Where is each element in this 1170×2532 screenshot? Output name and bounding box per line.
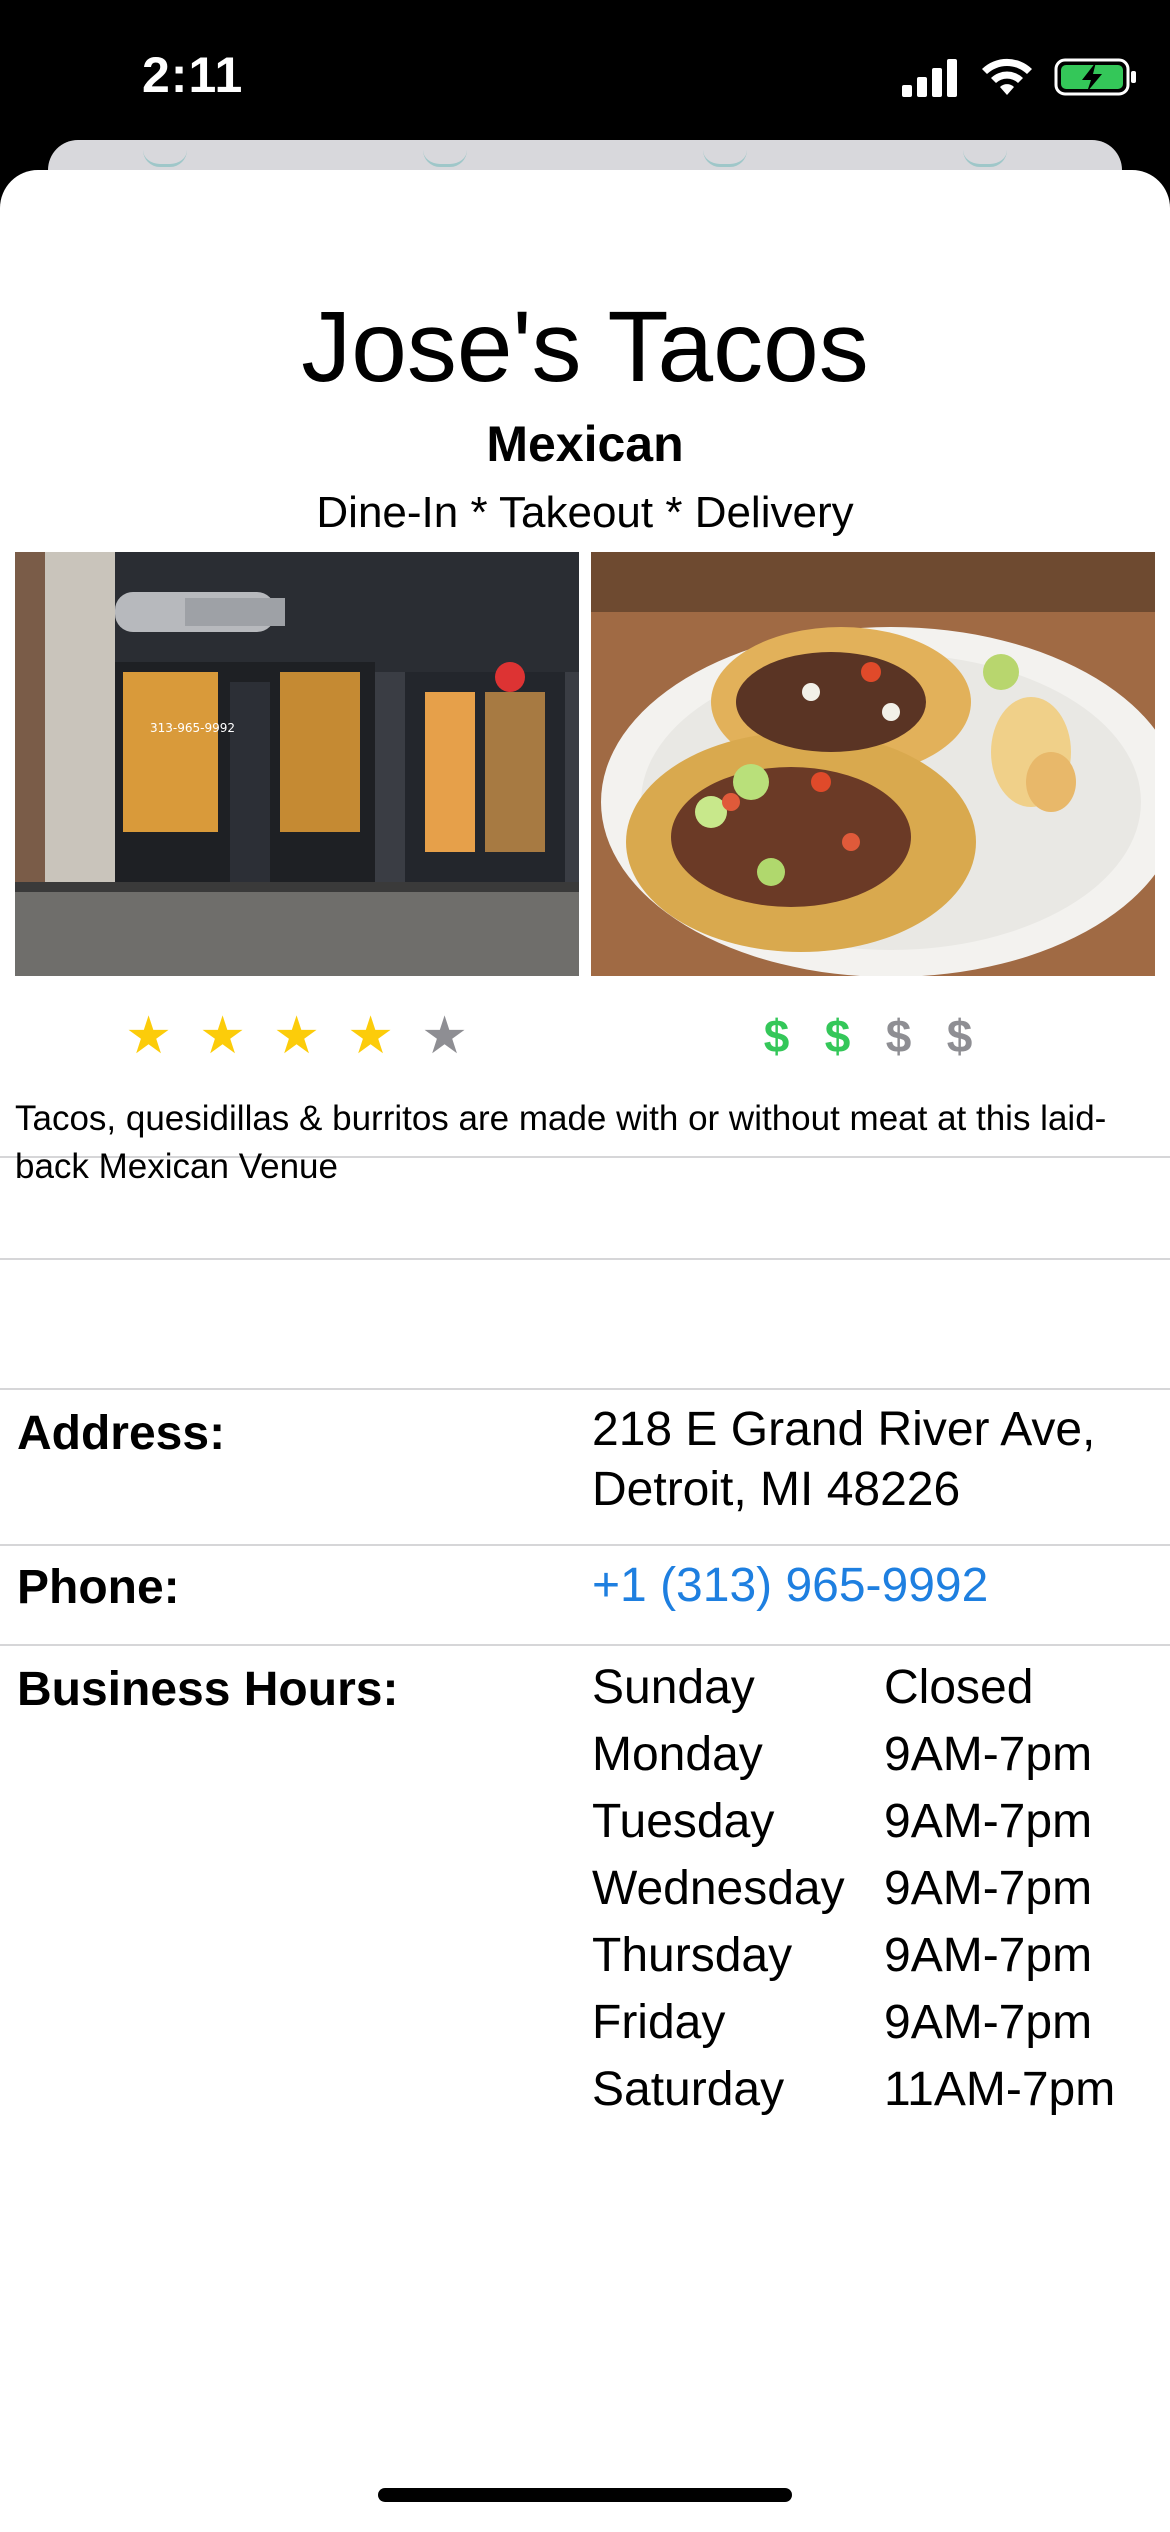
tacos-photo <box>591 552 1155 976</box>
address-line-2: Detroit, MI 48226 <box>592 1463 961 1516</box>
storefront-photo: 313-965-9992 <box>15 552 579 976</box>
hours-time: 11AM-7pm <box>884 2063 1116 2116</box>
restaurant-title: Jose's Tacos <box>301 291 869 403</box>
divider <box>0 1644 1170 1646</box>
wifi-icon <box>982 58 1032 95</box>
hours-row: Sunday Closed <box>592 1654 1115 1721</box>
business-hours-label: Business Hours: <box>17 1663 399 1716</box>
hours-day: Friday <box>592 1996 726 2049</box>
hours-time: 9AM-7pm <box>884 1795 1093 1848</box>
divider <box>0 1544 1170 1546</box>
signal-icon <box>902 59 957 97</box>
decorative-arc <box>143 150 187 167</box>
battery-charging-icon <box>1054 58 1136 96</box>
hours-time: 9AM-7pm <box>884 1862 1093 1915</box>
hours-day: Wednesday <box>592 1862 845 1915</box>
star-icon: ★ <box>199 1007 246 1065</box>
decorative-arc <box>703 150 747 167</box>
hours-row: Thursday 9AM-7pm <box>592 1922 1115 1989</box>
hours-day: Monday <box>592 1728 763 1781</box>
hours-row: Friday 9AM-7pm <box>592 1989 1115 2056</box>
divider <box>0 1258 1170 1260</box>
price-dollar-icon: $ <box>885 1010 912 1062</box>
phone-link[interactable]: +1 (313) 965-9992 <box>592 1559 988 1612</box>
price-dollar-icon: $ <box>824 1010 851 1062</box>
address-line-1: 218 E Grand River Ave, <box>592 1403 1096 1456</box>
price-dollar-icon: $ <box>763 1010 790 1062</box>
star-icon: ★ <box>421 1007 468 1065</box>
star-icon: ★ <box>273 1007 320 1065</box>
hours-time: 9AM-7pm <box>884 1996 1093 2049</box>
hours-day: Saturday <box>592 2063 785 2116</box>
hours-time: 9AM-7pm <box>884 1728 1093 1781</box>
cuisine-label: Mexican <box>486 416 684 472</box>
decorative-arc <box>423 150 467 167</box>
hours-day: Thursday <box>592 1929 793 1982</box>
phone-label: Phone: <box>17 1561 180 1614</box>
star-icon: ★ <box>125 1007 172 1065</box>
restaurant-description: Tacos, quesidillas & burritos are made w… <box>15 1099 1107 1186</box>
status-icons <box>902 52 1140 102</box>
price-level: $ $ $ $ <box>760 1008 976 1064</box>
home-indicator[interactable] <box>378 2488 792 2502</box>
hours-day: Tuesday <box>592 1795 775 1848</box>
phone-value: +1 (313) 965-9992 <box>592 1556 988 1616</box>
status-bar: 2:11 <box>0 0 1170 150</box>
hours-row: Tuesday 9AM-7pm <box>592 1788 1115 1855</box>
storefront-sign-text: 313-965-9992 <box>150 721 235 735</box>
address-value[interactable]: 218 E Grand River Ave, Detroit, MI 48226 <box>592 1400 1095 1520</box>
business-hours-table: Sunday Closed Monday 9AM-7pm Tuesday 9AM-7p… <box>592 1654 1115 2123</box>
price-dollar-icon: $ <box>946 1010 973 1062</box>
status-time: 2:11 <box>142 47 244 103</box>
hours-day: Sunday <box>592 1661 755 1714</box>
hours-row: Wednesday 9AM-7pm <box>592 1855 1115 1922</box>
service-options: Dine-In * Takeout * Delivery <box>316 488 854 537</box>
hours-time: 9AM-7pm <box>884 1929 1093 1982</box>
rating-stars: ★ ★ ★ ★ ★ <box>124 1010 469 1062</box>
decorative-arc <box>963 150 1007 167</box>
divider <box>0 1388 1170 1390</box>
hours-time: Closed <box>884 1661 1034 1714</box>
address-label: Address: <box>17 1407 226 1460</box>
hours-row: Saturday 11AM-7pm <box>592 2056 1115 2123</box>
hours-row: Monday 9AM-7pm <box>592 1721 1115 1788</box>
star-icon: ★ <box>347 1007 394 1065</box>
